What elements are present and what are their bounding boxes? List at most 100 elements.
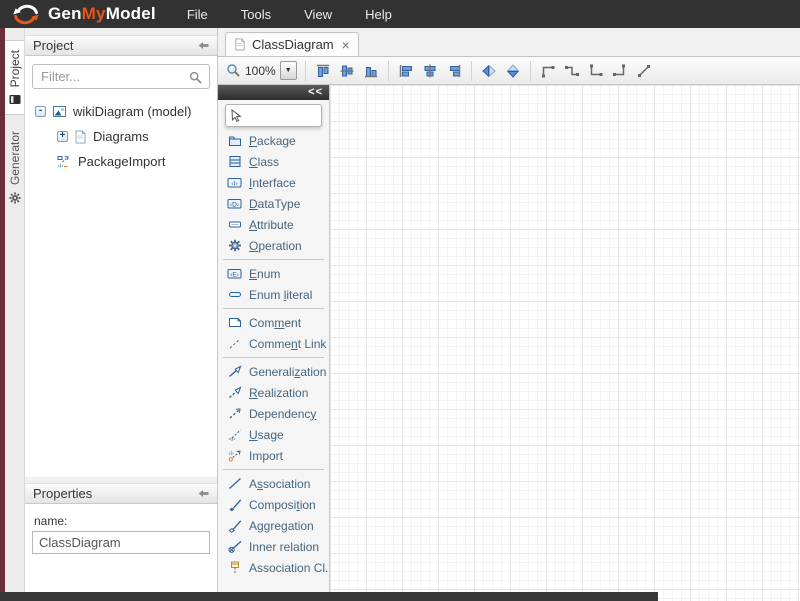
palette-item-datatype[interactable]: ‹D›DataType — [218, 193, 329, 214]
zoom-dropdown-button[interactable]: ▼ — [280, 61, 297, 80]
menu-items: File Tools View Help — [178, 7, 416, 22]
palette-item-usage[interactable]: ‹u›Usage — [218, 424, 329, 445]
palette-item-enum-literal[interactable]: Enum literal — [218, 284, 329, 305]
palette-item-class[interactable]: Class — [218, 151, 329, 172]
class-icon — [227, 155, 242, 169]
background-window-edge — [0, 592, 658, 601]
name-field[interactable] — [32, 531, 210, 554]
palette-item-label: Association Cl... — [249, 561, 330, 575]
palette-item-label: Enum — [249, 267, 280, 281]
menu-tools[interactable]: Tools — [232, 7, 280, 22]
elbow-step-button[interactable] — [560, 59, 584, 83]
palette-item-label: Comment — [249, 316, 301, 330]
filter-input[interactable] — [32, 64, 210, 89]
interface-icon: ‹I› — [227, 176, 242, 190]
align-bottom-button[interactable] — [359, 59, 383, 83]
palette-item-comment[interactable]: Comment — [218, 312, 329, 333]
palette-item-package[interactable]: Package — [218, 130, 329, 151]
elbow-up-right-button[interactable] — [536, 59, 560, 83]
palette-item-aggregation[interactable]: Aggregation — [218, 515, 329, 536]
align-center-button[interactable] — [418, 59, 442, 83]
select-tool-button[interactable] — [225, 104, 322, 127]
flip-horizontal-icon — [481, 63, 497, 79]
align-left-button[interactable] — [394, 59, 418, 83]
expand-node-icon[interactable]: + — [57, 131, 68, 142]
zoom-level: 100% — [245, 64, 276, 78]
palette-item-inner-relation[interactable]: Inner relation — [218, 536, 329, 557]
name-field-label: name: — [34, 514, 210, 528]
elbow-down-left-button[interactable] — [608, 59, 632, 83]
palette-item-attribute[interactable]: Attribute — [218, 214, 329, 235]
toolbar-separator — [388, 61, 389, 81]
tree-node-packageimport[interactable]: ‹I›PackageImport — [25, 149, 217, 174]
sidebar-tab-project-label: Project — [8, 50, 22, 87]
palette-separator — [223, 259, 324, 260]
dependency-icon — [227, 407, 242, 421]
palette-separator — [223, 469, 324, 470]
search-icon — [189, 71, 202, 84]
diagram-toolbar: 100% ▼ — [218, 57, 800, 85]
align-right-button[interactable] — [442, 59, 466, 83]
composition-icon — [227, 498, 242, 512]
align-top-button[interactable] — [311, 59, 335, 83]
diagram-canvas[interactable] — [330, 85, 800, 601]
palette-item-enum[interactable]: ‹E›Enum — [218, 263, 329, 284]
align-bottom-icon — [363, 63, 379, 79]
realization-icon — [227, 386, 242, 400]
palette-item-generalization[interactable]: Generalization — [218, 361, 329, 382]
align-middle-icon — [339, 63, 355, 79]
palette-item-import[interactable]: ‹I›Import — [218, 445, 329, 466]
attribute-icon — [227, 218, 242, 232]
palette-item-label: Attribute — [249, 218, 294, 232]
app-logo-text: GenMyModel — [48, 4, 156, 24]
collapse-node-icon[interactable]: - — [35, 106, 46, 117]
inner-relation-icon — [227, 540, 242, 554]
tree-node-label: Diagrams — [93, 129, 149, 144]
project-panel-title: Project — [33, 38, 73, 53]
align-middle-button[interactable] — [335, 59, 359, 83]
palette-item-association-cl[interactable]: Association Cl... — [218, 557, 329, 578]
elbow-step-icon — [564, 63, 580, 79]
comment-link-icon — [227, 337, 242, 351]
menu-help[interactable]: Help — [356, 7, 401, 22]
palette-item-label: Class — [249, 155, 279, 169]
toolbar-separator — [530, 61, 531, 81]
flip-horizontal-button[interactable] — [477, 59, 501, 83]
sidebar-tab-generator[interactable]: Generator — [5, 122, 24, 213]
palette-item-interface[interactable]: ‹I›Interface — [218, 172, 329, 193]
elbow-down-right-button[interactable] — [584, 59, 608, 83]
palette-item-label: Comment Link — [249, 337, 326, 351]
palette-item-dependency[interactable]: Dependency — [218, 403, 329, 424]
palette-item-label: Import — [249, 449, 283, 463]
collapse-properties-icon[interactable] — [198, 489, 209, 498]
menu-view[interactable]: View — [295, 7, 341, 22]
align-center-icon — [422, 63, 438, 79]
tab-classdiagram[interactable]: ClassDiagram × — [225, 32, 359, 56]
palette-item-label: Composition — [249, 498, 316, 512]
align-right-icon — [446, 63, 462, 79]
menu-file[interactable]: File — [178, 7, 217, 22]
tree-node-diagrams[interactable]: + Diagrams — [25, 124, 217, 149]
palette-item-operation[interactable]: Operation — [218, 235, 329, 256]
collapse-palette-button[interactable]: << — [308, 87, 323, 98]
sidebar-tab-generator-label: Generator — [8, 131, 22, 185]
project-panel-header: Project — [25, 35, 217, 56]
collapse-panel-icon[interactable] — [198, 41, 209, 50]
tree-node-wikidiagram-model[interactable]: - wikiDiagram (model) — [25, 99, 217, 124]
flip-vertical-button[interactable] — [501, 59, 525, 83]
workarea: << Package Class ‹I›Interface‹D›DataType At… — [218, 85, 800, 601]
palette-item-realization[interactable]: Realization — [218, 382, 329, 403]
side-tab-strip: Project Generator — [5, 28, 25, 601]
palette-item-association[interactable]: Association — [218, 473, 329, 494]
sidebar-tab-project[interactable]: Project — [5, 40, 24, 115]
palette-item-label: DataType — [249, 197, 300, 211]
straight-line-button[interactable] — [632, 59, 656, 83]
enum-literal-icon — [227, 288, 242, 302]
app-logo[interactable]: GenMyModel — [9, 3, 156, 26]
close-icon[interactable]: × — [342, 37, 350, 53]
palette-item-composition[interactable]: Composition — [218, 494, 329, 515]
palette-item-comment-link[interactable]: Comment Link — [218, 333, 329, 354]
model-tree: - wikiDiagram (model) + Diagrams ‹I›PackageI… — [25, 94, 217, 477]
align-top-icon — [315, 63, 331, 79]
tree-node-label: wikiDiagram (model) — [73, 104, 191, 119]
